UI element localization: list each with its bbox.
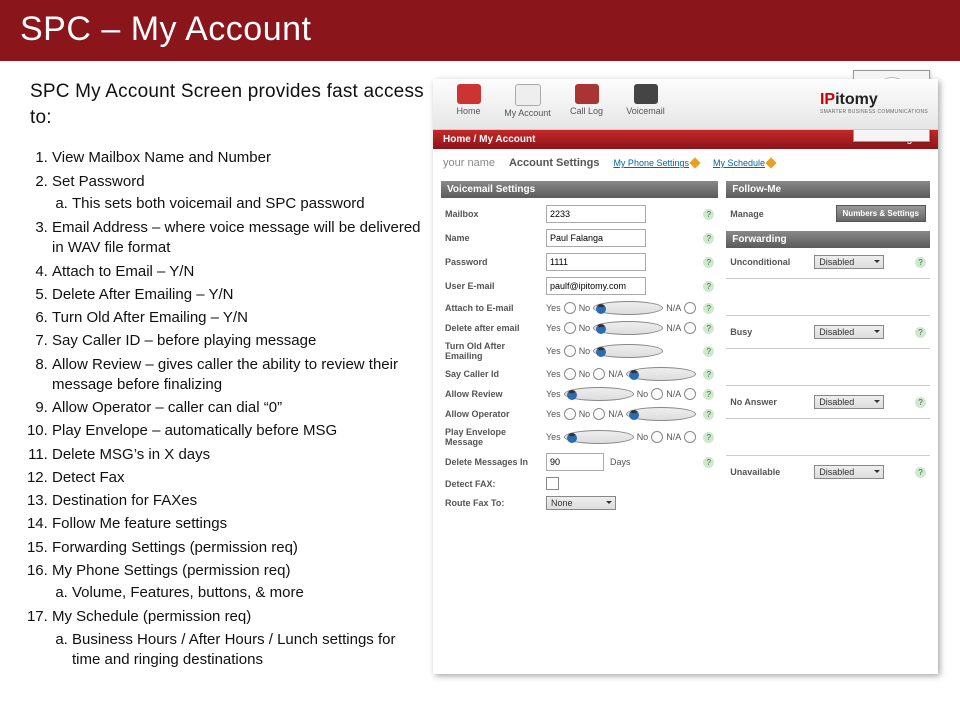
- home-icon: [457, 84, 481, 104]
- name-input[interactable]: [546, 229, 646, 247]
- help-icon[interactable]: ?: [703, 369, 714, 380]
- feature-item: Allow Review – gives caller the ability …: [52, 355, 425, 396]
- top-nav: Home My Account Call Log Voicemail IPito…: [433, 79, 938, 130]
- help-icon[interactable]: ?: [915, 327, 926, 338]
- help-icon[interactable]: ?: [703, 346, 714, 357]
- feature-item: Detect Fax: [52, 468, 425, 488]
- person-icon: [515, 84, 541, 106]
- feature-item: Email Address – where voice message will…: [52, 218, 425, 259]
- turnold-radios[interactable]: YesNo: [546, 344, 664, 358]
- forwarding-header: Forwarding: [726, 231, 930, 248]
- phone-icon: [575, 84, 599, 104]
- feature-item: View Mailbox Name and Number: [52, 148, 425, 168]
- pencil-icon: [765, 157, 776, 168]
- tab-my-schedule[interactable]: My Schedule: [713, 157, 775, 169]
- feature-item: Set PasswordThis sets both voicemail and…: [52, 172, 425, 215]
- password-input[interactable]: [546, 253, 646, 271]
- tab-account-settings[interactable]: Account Settings: [509, 157, 599, 169]
- voicemail-panel: Voicemail Settings Mailbox? Name? Passwo…: [441, 181, 718, 513]
- vm-header: Voicemail Settings: [441, 181, 718, 198]
- sayid-radios[interactable]: YesNoN/A: [546, 367, 697, 381]
- intro-text: SPC My Account Screen provides fast acce…: [30, 79, 425, 130]
- help-icon[interactable]: ?: [703, 389, 714, 400]
- nav-my-account[interactable]: My Account: [500, 82, 555, 126]
- unavailable-select[interactable]: Disabled: [814, 465, 884, 479]
- feature-item: Destination for FAXes: [52, 491, 425, 511]
- review-radios[interactable]: YesNoN/A: [546, 387, 697, 401]
- followme-header: Follow-Me: [726, 181, 930, 198]
- feature-item: Say Caller ID – before playing message: [52, 331, 425, 351]
- app-screenshot: Home My Account Call Log Voicemail IPito…: [433, 79, 938, 674]
- pencil-icon: [689, 157, 700, 168]
- nav-home[interactable]: Home: [441, 82, 496, 126]
- detect-fax-checkbox[interactable]: [546, 477, 559, 490]
- feature-item: Delete MSG’s in X days: [52, 445, 425, 465]
- sub-tabs: your name Account Settings My Phone Sett…: [433, 149, 938, 175]
- attach-radios[interactable]: YesNoN/A: [546, 301, 697, 315]
- feature-list: View Mailbox Name and Number Set Password…: [30, 148, 425, 670]
- busy-select[interactable]: Disabled: [814, 325, 884, 339]
- help-icon[interactable]: ?: [703, 409, 714, 420]
- feature-description: SPC My Account Screen provides fast acce…: [30, 79, 425, 674]
- route-fax-select[interactable]: None: [546, 496, 616, 510]
- numbers-settings-button[interactable]: Numbers & Settings: [836, 205, 926, 222]
- feature-item: Allow Operator – caller can dial “0”: [52, 398, 425, 418]
- help-icon[interactable]: ?: [915, 257, 926, 268]
- help-icon[interactable]: ?: [703, 209, 714, 220]
- nav-call-log[interactable]: Call Log: [559, 82, 614, 126]
- right-panel: Follow-Me ManageNumbers & Settings Forwa…: [726, 181, 930, 513]
- brand-logo: IPitomySMARTER BUSINESS COMMUNICATIONS: [820, 91, 928, 115]
- help-icon[interactable]: ?: [703, 457, 714, 468]
- help-icon[interactable]: ?: [703, 233, 714, 244]
- help-icon[interactable]: ?: [703, 281, 714, 292]
- delete-days-input[interactable]: [546, 453, 604, 471]
- noanswer-select[interactable]: Disabled: [814, 395, 884, 409]
- help-icon[interactable]: ?: [703, 432, 714, 443]
- crumb-path: Home / My Account: [443, 134, 535, 145]
- mailbox-input[interactable]: [546, 205, 646, 223]
- feature-item: My Phone Settings (permission req)Volume…: [52, 561, 425, 604]
- email-input[interactable]: [546, 277, 646, 295]
- your-name-label: your name: [443, 157, 495, 169]
- help-icon[interactable]: ?: [703, 323, 714, 334]
- nav-voicemail[interactable]: Voicemail: [618, 82, 673, 126]
- delete-radios[interactable]: YesNoN/A: [546, 321, 697, 335]
- slide-title: SPC – My Account: [0, 0, 960, 61]
- help-icon[interactable]: ?: [915, 467, 926, 478]
- feature-item: Turn Old After Emailing – Y/N: [52, 308, 425, 328]
- help-icon[interactable]: ?: [703, 303, 714, 314]
- help-icon[interactable]: ?: [915, 397, 926, 408]
- feature-item: Attach to Email – Y/N: [52, 262, 425, 282]
- feature-item: Delete After Emailing – Y/N: [52, 285, 425, 305]
- tab-phone-settings[interactable]: My Phone Settings: [613, 157, 699, 169]
- feature-item: Play Envelope – automatically before MSG: [52, 421, 425, 441]
- operator-radios[interactable]: YesNoN/A: [546, 407, 697, 421]
- envelope-icon: [634, 84, 658, 104]
- envelope-radios[interactable]: YesNoN/A: [546, 430, 697, 444]
- unconditional-select[interactable]: Disabled: [814, 255, 884, 269]
- feature-item: My Schedule (permission req)Business Hou…: [52, 607, 425, 670]
- help-icon[interactable]: ?: [703, 257, 714, 268]
- feature-item: Forwarding Settings (permission req): [52, 538, 425, 558]
- feature-item: Follow Me feature settings: [52, 514, 425, 534]
